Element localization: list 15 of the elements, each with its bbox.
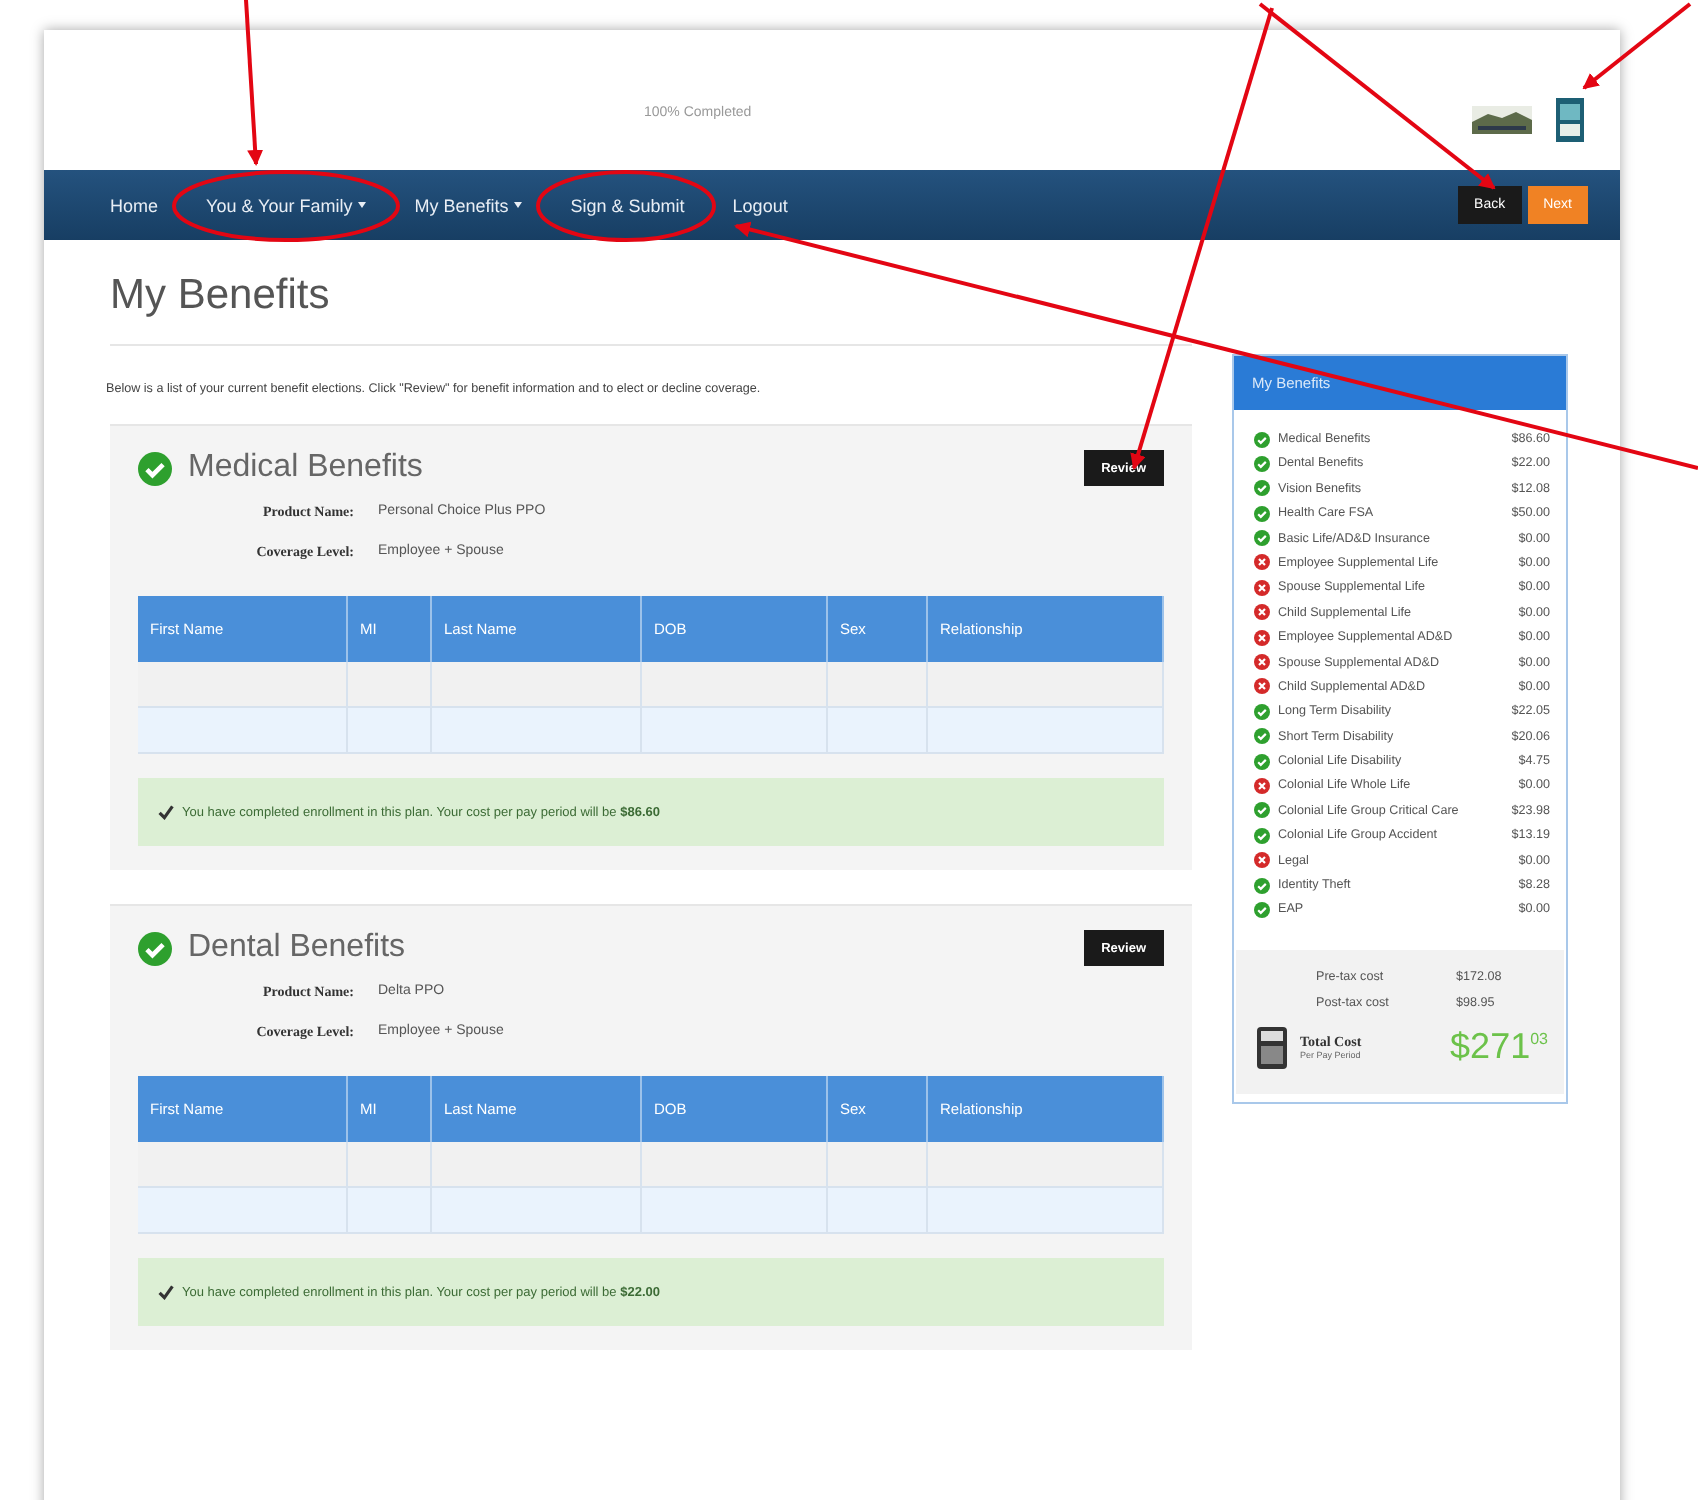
nav-link[interactable]: Home xyxy=(110,195,159,215)
nav-link[interactable]: Logout xyxy=(732,195,788,215)
nav-link[interactable]: My Benefits xyxy=(414,195,523,215)
logo-icon xyxy=(1556,98,1584,142)
nav-link[interactable]: Sign & Submit xyxy=(570,195,685,215)
total-amount: $271$^{03}$ xyxy=(1450,1026,1548,1069)
card-title: Medical Benefits xyxy=(188,450,423,486)
card-title: Dental Benefits xyxy=(188,930,406,966)
page-title: My Benefits xyxy=(110,240,1192,346)
nav-link[interactable]: You & Your Family xyxy=(206,195,367,215)
check-icon xyxy=(158,1284,174,1300)
logo-icon xyxy=(1472,106,1532,134)
calculator-icon xyxy=(1256,1025,1288,1070)
annotation-arrow xyxy=(1582,2,1692,90)
check-icon xyxy=(158,804,174,820)
